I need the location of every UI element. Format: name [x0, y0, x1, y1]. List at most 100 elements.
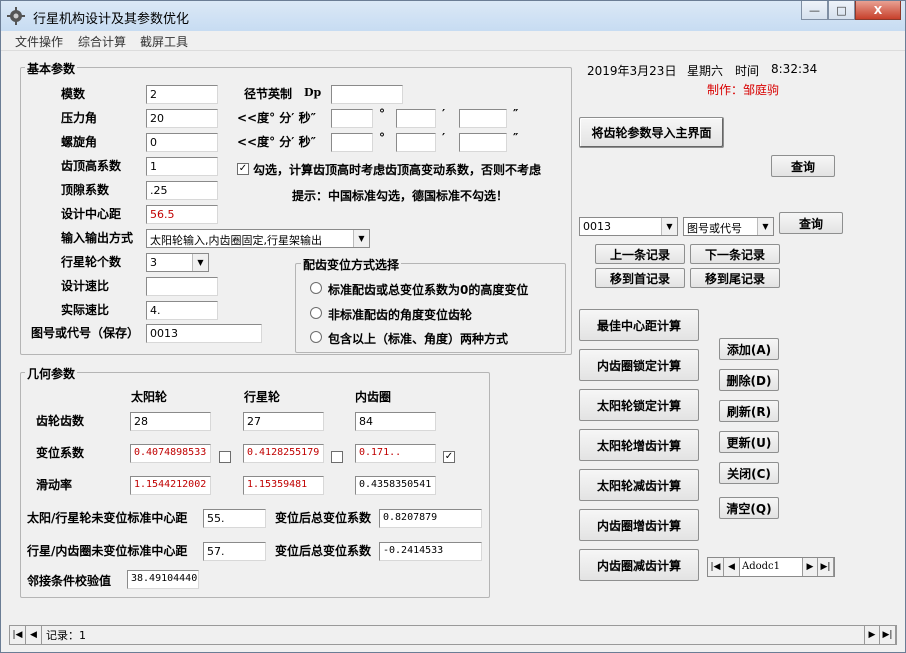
close-button[interactable]: X	[855, 1, 901, 20]
ring-reduce-teeth-button[interactable]: 内齿圈减齿计算	[579, 549, 699, 581]
actual-ratio-input[interactable]: 4.	[146, 301, 218, 320]
teeth-label: 齿轮齿数	[36, 414, 85, 428]
design-center-input[interactable]: 56.5	[146, 205, 218, 224]
planet-shift-checkbox[interactable]	[331, 451, 343, 463]
chevron-down-icon[interactable]: ▼	[757, 218, 773, 235]
record-select-value: 0013	[583, 220, 611, 233]
planet-teeth-input[interactable]: 27	[243, 412, 324, 431]
helix-min-input[interactable]	[396, 133, 436, 152]
prev-record-icon[interactable]: ◀	[724, 558, 740, 576]
import-gear-params-button[interactable]: 将齿轮参数导入主界面	[579, 117, 724, 148]
ring-shift-input[interactable]: 0.171..	[355, 444, 436, 463]
design-center-label: 设计中心距	[61, 207, 122, 221]
menu-screenshot[interactable]: 截屏工具	[140, 33, 188, 50]
planet-ring-center-label: 行星/内齿圈未变位标准中心距	[27, 544, 188, 558]
sun-slide-input[interactable]: 1.1544212002	[130, 476, 211, 495]
field-select-value: 图号或代号	[687, 222, 742, 235]
next-record-icon[interactable]: ▶	[864, 626, 880, 644]
pressure-deg-input[interactable]	[331, 109, 373, 128]
total-shift1-input[interactable]: 0.8207879	[379, 509, 482, 528]
planet-slide-input[interactable]: 1.15359481	[243, 476, 324, 495]
last-record-icon[interactable]: ▶|	[880, 626, 896, 644]
author-text: 制作：邹庭驹	[707, 83, 780, 97]
chevron-down-icon[interactable]: ▼	[661, 218, 677, 235]
record-select[interactable]: 0013 ▼	[579, 217, 678, 236]
shift-mode-title: 配齿变位方式选择	[301, 256, 402, 273]
query-button[interactable]: 查询	[779, 212, 843, 234]
io-mode-select[interactable]: 太阳轮输入,内齿圈固定,行星架输出 ▼	[146, 229, 370, 248]
prev-record-button[interactable]: 上一条记录	[595, 244, 685, 264]
standard-hint: 提示：中国标准勾选，德国标准不勾选！	[292, 189, 509, 203]
helix-sec-input[interactable]	[459, 133, 507, 152]
planet-ring-center-input[interactable]: 57.	[203, 542, 266, 561]
addendum-coef-input[interactable]: 1	[146, 157, 218, 176]
clearance-coef-input[interactable]: .25	[146, 181, 218, 200]
client-area: 基本参数 模数 2 压力角 20 螺旋角 0 齿顶高系数 1 顶隙系数 .25 …	[1, 51, 905, 622]
ring-shift-checkbox[interactable]: ✓	[443, 451, 455, 463]
chevron-down-icon[interactable]: ▼	[353, 230, 369, 247]
shift-option-3-radio[interactable]	[310, 331, 322, 343]
sun-add-teeth-button[interactable]: 太阳轮增齿计算	[579, 429, 699, 461]
menu-file[interactable]: 文件操作	[15, 33, 63, 50]
sun-lock-calc-button[interactable]: 太阳轮锁定计算	[579, 389, 699, 421]
pressure-angle-input[interactable]: 20	[146, 109, 218, 128]
slide-rate-label: 滑动率	[36, 478, 73, 492]
shift-option-2-radio[interactable]	[310, 307, 322, 319]
status-bar: |◀ ◀ 记录：1 ▶ ▶|	[1, 622, 905, 652]
sun-shift-input[interactable]: 0.4074898533	[130, 444, 211, 463]
total-shift1-label: 变位后总变位系数	[275, 511, 372, 525]
query-button-top[interactable]: 查询	[771, 155, 835, 177]
update-button[interactable]: 更新(U)	[719, 431, 779, 453]
next-record-button[interactable]: 下一条记录	[690, 244, 780, 264]
adjacent-check-input[interactable]: 38.49104440	[127, 570, 199, 589]
total-shift2-input[interactable]: -0.2414533	[379, 542, 482, 561]
helix-angle-input[interactable]: 0	[146, 133, 218, 152]
ring-lock-calc-button[interactable]: 内齿圈锁定计算	[579, 349, 699, 381]
ring-teeth-input[interactable]: 84	[355, 412, 436, 431]
refresh-button[interactable]: 刷新(R)	[719, 400, 779, 422]
sun-shift-checkbox[interactable]	[219, 451, 231, 463]
minimize-button[interactable]: —	[801, 1, 828, 20]
pressure-sec-input[interactable]	[459, 109, 507, 128]
col-sun: 太阳轮	[131, 390, 168, 404]
shift-option-2-label: 非标准配齿的角度变位齿轮	[328, 308, 473, 322]
dp-input[interactable]	[331, 85, 403, 104]
ring-slide-input[interactable]: 0.4358350541	[355, 476, 436, 495]
drawing-no-input[interactable]: 0013	[146, 324, 262, 343]
total-shift2-label: 变位后总变位系数	[275, 544, 372, 558]
adjacent-check-label: 邻接条件校验值	[27, 574, 112, 588]
sun-teeth-input[interactable]: 28	[130, 412, 211, 431]
sun-reduce-teeth-button[interactable]: 太阳轮减齿计算	[579, 469, 699, 501]
close-form-button[interactable]: 关闭(C)	[719, 462, 779, 484]
prev-record-icon[interactable]: ◀	[26, 626, 42, 644]
planet-count-select[interactable]: 3 ▼	[146, 253, 209, 272]
shift-option-1-radio[interactable]	[310, 282, 322, 294]
design-ratio-label: 设计速比	[61, 279, 110, 293]
min-symbol: ′	[442, 107, 446, 121]
module-input[interactable]: 2	[146, 85, 218, 104]
design-ratio-input[interactable]	[146, 277, 218, 296]
helix-deg-input[interactable]	[331, 133, 373, 152]
pressure-min-input[interactable]	[396, 109, 436, 128]
first-record-button[interactable]: 移到首记录	[595, 268, 685, 288]
add-button[interactable]: 添加(A)	[719, 338, 779, 360]
gear-icon	[7, 7, 25, 25]
first-record-icon[interactable]: |◀	[10, 626, 26, 644]
field-select[interactable]: 图号或代号 ▼	[683, 217, 774, 236]
menu-calc[interactable]: 综合计算	[78, 33, 126, 50]
last-record-icon[interactable]: ▶|	[818, 558, 834, 576]
sun-planet-center-input[interactable]: 55.	[203, 509, 266, 528]
chevron-down-icon[interactable]: ▼	[192, 254, 208, 271]
planet-shift-input[interactable]: 0.4128255179	[243, 444, 324, 463]
first-record-icon[interactable]: |◀	[708, 558, 724, 576]
next-record-icon[interactable]: ▶	[802, 558, 818, 576]
clear-button[interactable]: 清空(Q)	[719, 497, 779, 519]
date-text: 2019年3月23日	[587, 64, 677, 78]
last-record-button[interactable]: 移到尾记录	[690, 268, 780, 288]
deg-symbol: °	[379, 131, 385, 145]
maximize-button[interactable]: □	[828, 1, 855, 20]
addendum-change-checkbox[interactable]: ✓	[237, 163, 249, 175]
ring-add-teeth-button[interactable]: 内齿圈增齿计算	[579, 509, 699, 541]
best-center-calc-button[interactable]: 最佳中心距计算	[579, 309, 699, 341]
delete-button[interactable]: 删除(D)	[719, 369, 779, 391]
